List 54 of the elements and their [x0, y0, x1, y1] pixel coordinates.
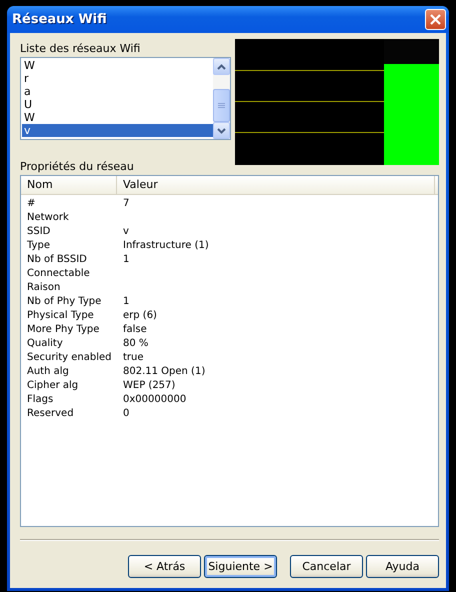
table-cell-text: 0x00000000 — [122, 393, 186, 407]
table-cell-text: Raison — [26, 281, 62, 295]
properties-label: Propriétés du réseau — [20, 160, 135, 173]
grip-icon — [218, 102, 225, 108]
table-cell-text: Physical Type — [26, 309, 95, 323]
dialog-button[interactable]: < Atrás — [128, 555, 201, 578]
scroll-up-button[interactable] — [213, 58, 230, 75]
table-cell-text: Nb of BSSID — [26, 253, 88, 267]
table-cell-text: Cipher alg — [26, 379, 80, 393]
table-cell-text: Network — [26, 211, 70, 225]
table-cell-text: 1 — [122, 295, 130, 309]
table-cell-text: Flags — [26, 393, 54, 407]
table-cell-text: false — [122, 323, 147, 337]
table-cell-text: v — [122, 225, 129, 239]
list-item[interactable]: W — [22, 59, 213, 72]
scroll-down-button[interactable] — [213, 122, 230, 139]
table-cell-text: More Phy Type — [26, 323, 100, 337]
list-label: Liste des réseaux Wifi — [20, 42, 142, 55]
table-cell-text: 802.11 Open (1) — [122, 365, 206, 379]
table-cell-text: 1 — [122, 253, 130, 267]
table-cell-text: Type — [26, 239, 51, 253]
table-cell-text: erp (6) — [122, 309, 157, 323]
dialog-button[interactable]: Cancelar — [290, 555, 363, 578]
table-cell-text: Quality — [26, 337, 64, 351]
dialog-button[interactable]: Ayuda — [366, 555, 439, 578]
table-cell-text: Nb of Phy Type — [26, 295, 102, 309]
table-cell-text: SSID — [26, 225, 52, 239]
table-cell-text: true — [122, 351, 144, 365]
list-item[interactable]: U — [22, 98, 213, 111]
table-cell-text: 7 — [122, 197, 130, 211]
table-cell-text: 0 — [122, 407, 130, 421]
table-cell-text: 80 % — [122, 337, 148, 351]
table-cell-text: Infrastructure (1) — [122, 239, 209, 253]
scroll-thumb[interactable] — [213, 89, 230, 122]
list-item[interactable]: W — [22, 111, 213, 124]
scrollbar[interactable] — [213, 58, 230, 139]
table-cell-text: WEP (257) — [122, 379, 176, 393]
close-icon — [430, 14, 441, 25]
table-cell-text: Reserved — [26, 407, 75, 421]
network-listbox[interactable]: W r a U W v — [20, 57, 231, 140]
chevron-down-icon — [217, 128, 226, 134]
close-button[interactable] — [425, 9, 446, 30]
list-item[interactable]: r — [22, 72, 213, 85]
dialog-button[interactable]: Siguiente > — [204, 555, 277, 578]
column-header[interactable]: Nom — [21, 176, 117, 194]
table-cell-text: Security enabled — [26, 351, 112, 365]
column-header[interactable]: Valeur — [117, 176, 435, 194]
list-item[interactable]: a — [22, 85, 213, 98]
table-cell-text: Auth alg — [26, 365, 70, 379]
chevron-up-icon — [217, 64, 226, 70]
table-cell-text: # — [26, 197, 36, 211]
list-item[interactable]: v — [22, 124, 213, 137]
window-title: Réseaux Wifi — [12, 12, 107, 27]
table-cell-text: Connectable — [26, 267, 91, 281]
